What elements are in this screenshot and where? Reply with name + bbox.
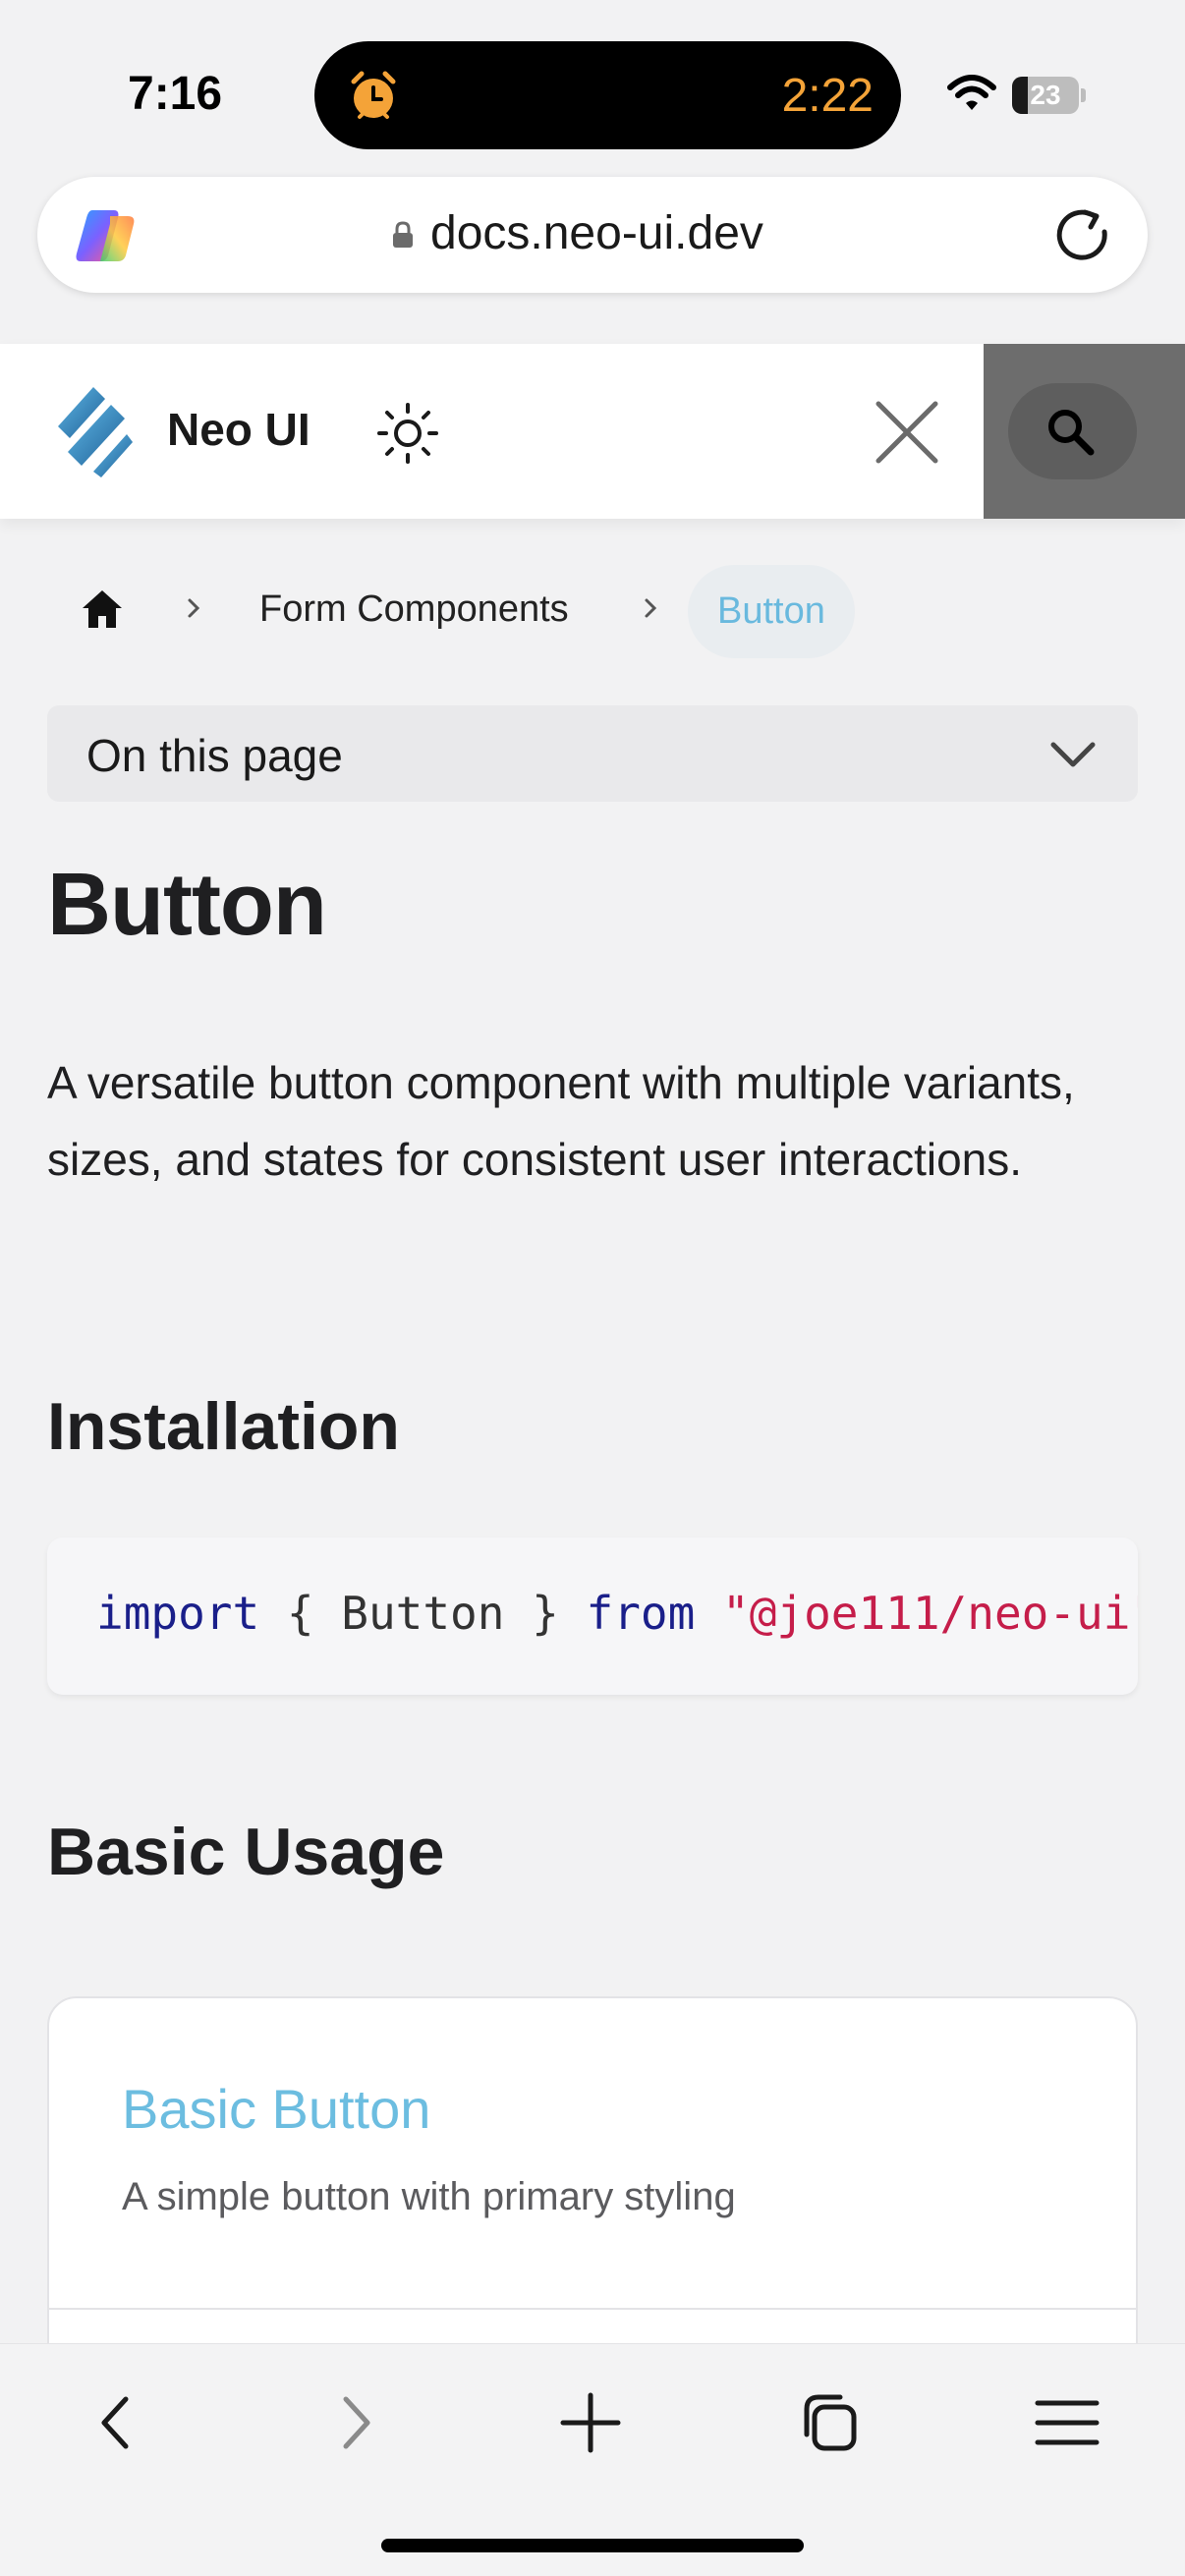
installation-heading: Installation	[47, 1389, 400, 1464]
page-description: A versatile button component with multip…	[47, 1057, 1075, 1185]
chevron-right-icon	[188, 598, 200, 618]
site-header: Neo UI	[0, 344, 1185, 519]
brand-name[interactable]: Neo UI	[167, 403, 310, 456]
alarm-icon	[351, 71, 396, 119]
clock: 7:16	[128, 68, 223, 120]
breadcrumb-current: Button	[688, 565, 855, 658]
wifi-icon	[947, 75, 996, 110]
home-icon[interactable]	[81, 588, 124, 630]
search-icon	[1048, 410, 1095, 456]
card-title[interactable]: Basic Button	[122, 2077, 430, 2141]
plus-icon[interactable]	[551, 2383, 630, 2462]
breadcrumb: Form Components Button	[0, 565, 1185, 658]
url-text[interactable]: docs.neo-ui.dev	[430, 206, 763, 260]
forward-icon[interactable]	[316, 2383, 395, 2462]
logo-icon[interactable]	[54, 383, 135, 477]
chevron-down-icon	[1050, 742, 1096, 767]
on-this-page-toggle[interactable]: On this page	[47, 705, 1138, 802]
breadcrumb-form-components[interactable]: Form Components	[259, 588, 569, 631]
chevron-right-icon	[645, 598, 657, 618]
copilot-icon[interactable]	[71, 206, 140, 265]
reload-icon[interactable]	[1055, 206, 1112, 263]
search-overlay	[984, 344, 1185, 519]
on-this-page-label: On this page	[86, 730, 343, 781]
card-description: A simple button with primary styling	[122, 2175, 736, 2218]
basic-usage-heading: Basic Usage	[47, 1815, 445, 1889]
code-block[interactable]: import { Button } from "@joe111/neo-ui"	[47, 1538, 1138, 1695]
page-title: Button	[47, 856, 327, 954]
code-line: import { Button } from "@joe111/neo-ui"	[96, 1587, 1138, 1640]
address-bar[interactable]: docs.neo-ui.dev	[37, 177, 1148, 293]
search-button[interactable]	[1008, 383, 1137, 479]
code-import-name: { Button }	[259, 1587, 587, 1640]
home-indicator[interactable]	[381, 2539, 804, 2552]
card-divider	[49, 2308, 1136, 2310]
lock-icon	[393, 221, 413, 248]
code-module-string: "@joe111/neo-ui"	[722, 1587, 1138, 1640]
battery-percent: 23	[1030, 80, 1061, 110]
status-bar: 7:16 2:22 23	[0, 0, 1185, 167]
battery-indicator: 23	[1012, 77, 1086, 114]
close-icon[interactable]	[873, 398, 941, 467]
sun-icon[interactable]	[373, 399, 442, 468]
code-keyword-from: from	[586, 1587, 696, 1640]
menu-icon[interactable]	[1028, 2383, 1106, 2462]
dynamic-island[interactable]: 2:22	[314, 41, 901, 149]
tabs-icon[interactable]	[789, 2383, 868, 2462]
back-icon[interactable]	[77, 2383, 155, 2462]
timer-readout: 2:22	[781, 70, 874, 122]
code-keyword-import: import	[96, 1587, 260, 1640]
